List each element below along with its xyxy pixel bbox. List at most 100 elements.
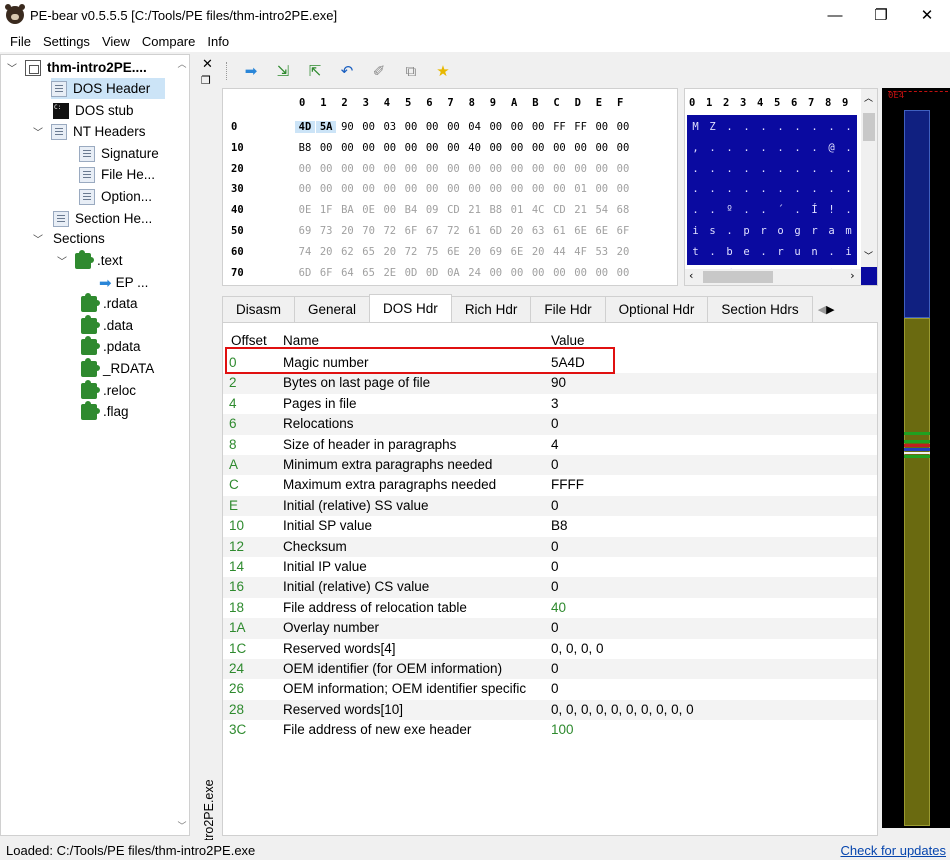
ascii-char[interactable]: p [738,225,755,237]
hex-byte[interactable]: 00 [613,163,633,175]
cell-value[interactable]: 90 [551,375,566,390]
cell-value[interactable]: 0 [551,620,559,635]
hex-byte[interactable]: 00 [613,121,633,133]
hex-byte[interactable]: 00 [613,183,633,195]
hex-byte[interactable]: 00 [359,142,379,154]
tree-item-rdata[interactable]: .rdata [81,292,138,314]
hex-byte[interactable]: 20 [507,225,527,237]
ascii-char[interactable]: . [840,204,857,216]
ascii-char[interactable]: . [721,163,738,175]
hex-byte[interactable]: 6E [443,246,463,258]
hex-byte[interactable]: 00 [592,163,612,175]
hex-byte[interactable]: 20 [316,246,336,258]
ascii-char[interactable]: . [823,246,840,258]
tree-item-flag[interactable]: .flag [81,400,129,422]
hex-byte[interactable]: 90 [337,121,357,133]
hex-byte[interactable]: 00 [316,142,336,154]
hex-byte[interactable]: 00 [528,163,548,175]
hex-byte[interactable]: 2E [380,267,400,279]
minimize-button[interactable]: — [812,0,858,30]
table-row[interactable]: 3C File address of new exe header 100 [223,720,877,740]
table-row[interactable]: 18 File address of relocation table 40 [223,598,877,618]
ascii-char[interactable]: . [806,183,823,195]
ascii-char[interactable]: Í [806,204,823,216]
hex-byte[interactable]: 00 [380,204,400,216]
cell-value[interactable]: 0 [551,539,559,554]
hex-byte[interactable]: 20 [528,246,548,258]
hex-byte[interactable]: 00 [337,163,357,175]
pin-icon[interactable]: ✐ [363,60,395,82]
ascii-char[interactable]: . [772,163,789,175]
ascii-char[interactable]: . [840,163,857,175]
hex-byte[interactable]: 0A [443,267,463,279]
tree-item-data[interactable]: .data [81,314,133,336]
cell-value[interactable]: 0, 0, 0, 0, 0, 0, 0, 0, 0, 0 [551,702,694,717]
hex-byte[interactable]: 61 [465,225,485,237]
hex-byte[interactable]: 00 [528,142,548,154]
ascii-char[interactable]: . [704,204,721,216]
ascii-char[interactable]: r [806,225,823,237]
scroll-up-icon[interactable]: ︿ [864,91,873,104]
hex-byte[interactable]: 70 [359,225,379,237]
cell-value[interactable]: 0 [551,559,559,574]
hex-byte[interactable]: 61 [549,225,569,237]
ascii-char[interactable]: . [721,183,738,195]
hex-byte[interactable]: 00 [295,183,315,195]
hex-byte[interactable]: 6E [507,246,527,258]
ascii-char[interactable]: e [738,246,755,258]
ascii-char[interactable]: . [789,204,806,216]
hex-byte[interactable]: 6F [401,225,421,237]
cell-value[interactable]: 4 [551,437,559,452]
column-header-name[interactable]: Name [283,333,319,348]
hex-byte[interactable]: 09 [422,204,442,216]
ascii-char[interactable]: . [704,142,721,154]
hex-byte[interactable]: 00 [380,163,400,175]
table-row[interactable]: 28 Reserved words[10] 0, 0, 0, 0, 0, 0, 0,… [223,699,877,721]
table-row[interactable]: 8 Size of header in paragraphs 4 [223,435,877,455]
hex-byte[interactable]: 00 [613,267,633,279]
hex-byte[interactable]: 00 [316,183,336,195]
scroll-right-icon[interactable]: › [849,269,856,282]
hex-byte[interactable]: 00 [507,267,527,279]
hex-byte[interactable]: 00 [528,267,548,279]
collapse-chevron-icon[interactable]: ﹀ [31,231,45,246]
hex-byte[interactable]: 00 [507,183,527,195]
ascii-char[interactable]: . [687,163,704,175]
ascii-char[interactable]: . [721,142,738,154]
tree-item-entry-point[interactable]: ➡ EP ... [99,272,148,293]
ascii-char[interactable]: . [789,163,806,175]
tab-section-hdrs[interactable]: Section Hdrs [707,296,813,322]
copy-icon[interactable]: ⧉ [395,60,427,82]
hex-byte[interactable]: 69 [486,246,506,258]
hex-byte[interactable]: 00 [528,183,548,195]
goto-arrow-icon[interactable]: ➡ [235,60,267,82]
table-row[interactable]: 1C Reserved words[4] 0, 0, 0, 0 [223,639,877,659]
hex-byte[interactable]: 00 [422,121,442,133]
tree-item-rdata-upper[interactable]: _RDATA [81,357,154,379]
table-row[interactable]: 26 OEM information; OEM identifier specif… [223,679,877,699]
ascii-char[interactable]: . [823,121,840,133]
hex-byte[interactable]: B8 [486,204,506,216]
ascii-char[interactable]: . [755,142,772,154]
cell-value[interactable]: 100 [551,722,574,737]
scroll-thumb[interactable] [863,113,875,141]
check-updates-link[interactable]: Check for updates [840,843,946,858]
hex-byte[interactable]: 68 [613,204,633,216]
cell-value[interactable]: 40 [551,600,566,615]
ascii-char[interactable]: . [789,121,806,133]
scroll-down-icon[interactable]: ﹀ [864,249,873,262]
ascii-char[interactable]: . [840,183,857,195]
hex-byte[interactable]: 4F [571,246,591,258]
hex-byte[interactable]: 00 [443,163,463,175]
hex-byte[interactable]: 0D [401,267,421,279]
ascii-char[interactable]: . [772,183,789,195]
close-icon[interactable]: ✕ [202,56,213,72]
menu-settings[interactable]: Settings [37,34,96,49]
maximize-button[interactable]: ❐ [858,0,904,30]
hex-byte[interactable]: 20 [465,246,485,258]
tree-item-sections[interactable]: ﹀ Sections [31,228,105,249]
table-row[interactable]: 2 Bytes on last page of file 90 [223,373,877,394]
menu-view[interactable]: View [96,34,136,49]
tab-general[interactable]: General [294,296,371,322]
hex-byte[interactable]: 00 [401,142,421,154]
